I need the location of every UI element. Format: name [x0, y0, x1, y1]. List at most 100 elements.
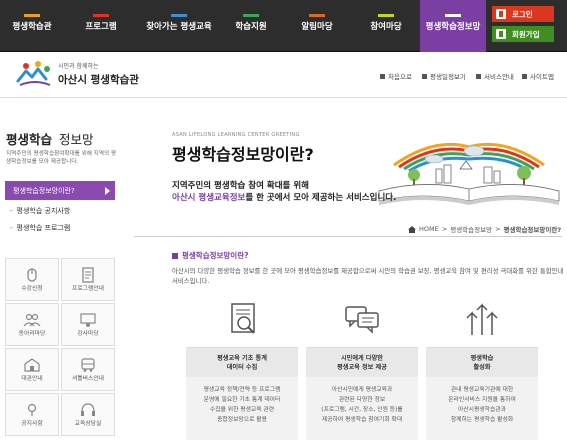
- quick-link-label: 수강신청: [21, 286, 43, 292]
- megaphone-icon: [27, 403, 37, 416]
- bus-icon: [81, 358, 95, 372]
- card-title-line: 활성화: [473, 364, 491, 371]
- sidebar-item-notice[interactable]: - 평생학습 공지사항: [5, 203, 115, 219]
- card-body-line: 온라인서비스 지원을 통하여: [448, 397, 516, 403]
- quick-link-shuttle[interactable]: 셔틀버스안내: [61, 348, 115, 391]
- nav-item-label: 참여마당: [370, 22, 402, 32]
- card-body-line: 관련된 다양한 정보: [338, 397, 386, 403]
- greeting-caption: ASAN LIFELONG LEARNING CENTER GREETING: [172, 132, 300, 138]
- util-link-sitemap[interactable]: 사이트맵: [522, 71, 554, 81]
- sidebar-item-label: 평생학습 프로그램: [16, 224, 71, 232]
- nav-accent-bar: [93, 14, 109, 17]
- nav-accent-bar: [445, 14, 461, 17]
- sidebar-item-program[interactable]: - 평생학습 프로그램: [5, 220, 115, 236]
- card-title-line: 평생학습: [470, 355, 494, 362]
- nav-item-label: 학습지원: [235, 22, 267, 32]
- card-title-line: 데이터 수집: [226, 364, 258, 371]
- document-icon: [82, 267, 94, 283]
- sidebar-item-about[interactable]: 평생학습정보망이란?: [5, 181, 115, 200]
- nav-item-label: 찾아가는 평생교육: [146, 22, 212, 32]
- card-body-line: 수집을 위한 평생교육 관련: [209, 407, 275, 413]
- nav-item-info-network[interactable]: 평생학습정보망: [420, 0, 486, 52]
- headset-icon: [81, 403, 95, 416]
- nav-item-support[interactable]: 학습지원: [220, 0, 282, 52]
- site-logo[interactable]: 시민과 함께하는 아산시 평생학습관: [16, 61, 139, 87]
- join-label: 회원가입: [512, 29, 540, 39]
- join-button[interactable]: 회원가입: [492, 26, 554, 42]
- quick-link-notice[interactable]: 공지사항: [5, 393, 59, 436]
- bullet-dash: -: [10, 207, 13, 215]
- sidebar-title: 평생학습 정보망: [6, 129, 94, 148]
- card-title-line: 평생교육 기초 통계: [217, 355, 267, 362]
- quick-link-instructor[interactable]: 강사마당: [61, 303, 115, 346]
- open-book-illustration: [378, 142, 560, 205]
- lock-icon: [496, 9, 506, 19]
- logo-name: 아산시 평생학습관: [58, 74, 139, 86]
- site-header: 시민과 함께하는 아산시 평생학습관 처음으로 평생일정보기 서비스안내 사이트…: [0, 53, 567, 98]
- card-body-line: 함께하는 평생학습 활성화: [450, 417, 514, 423]
- feature-card-statistics: 평생교육 기초 통계 데이터 수집 평생교육 정책/전략 등 프로그램 운영에 …: [186, 347, 298, 440]
- nav-accent-bar: [171, 14, 187, 17]
- page-title: 평생학습정보망이란?: [172, 145, 314, 164]
- feature-card-information: 시민에게 다양한 평생교육 정보 제공 아산시민에게 평생교육과 관련된 다양한…: [306, 347, 418, 440]
- sitemap-icon: [522, 73, 527, 79]
- section-heading-text: 평생학습정보망이란?: [182, 251, 249, 260]
- card-body: 평생교육 정책/전략 등 프로그램 운영에 필요한 기초 통계 데이터 수집을 …: [186, 385, 298, 425]
- nav-accent-bar: [309, 14, 325, 17]
- quick-link-enroll[interactable]: 수강신청: [5, 258, 59, 301]
- card-body-line: 운영에 필요한 기초 통계 데이터: [203, 397, 281, 403]
- quick-link-label: 대관안내: [21, 376, 43, 382]
- card-title: 평생교육 기초 통계 데이터 수집: [186, 347, 298, 377]
- sidebar-description: 지역주민의 평생학습참여확대를 위해 지역의 평생학습정보를 모아 제공합니다.: [6, 151, 117, 165]
- nav-item-center[interactable]: 평생학습관: [0, 0, 64, 52]
- mouse-icon: [27, 268, 37, 282]
- breadcrumb-section[interactable]: 평생학습정보망: [450, 224, 492, 234]
- quick-link-counsel[interactable]: 교육상담실: [61, 393, 115, 436]
- card-title: 평생학습 활성화: [426, 347, 538, 377]
- nav-item-label: 평생학습정보망: [425, 22, 481, 32]
- util-label: 사이트맵: [530, 73, 554, 81]
- nav-item-label: 알림마당: [301, 22, 333, 32]
- nav-item-label: 프로그램: [85, 22, 117, 32]
- left-sidebar: 평생학습 정보망 지역주민의 평생학습참여확대를 위해 지역의 평생학습정보를 …: [0, 99, 124, 440]
- quick-link-program-info[interactable]: 프로그램안내: [61, 258, 115, 301]
- home-icon: [380, 73, 385, 79]
- nav-accent-bar: [378, 14, 394, 17]
- nav-item-notice[interactable]: 알림마당: [282, 0, 352, 52]
- card-body: 관내 평생교육기관에 대한 온라인서비스 지원을 통하여 아산시평생학습관과 함…: [426, 385, 538, 425]
- building-icon: [24, 358, 40, 372]
- login-label: 로그인: [512, 9, 533, 19]
- login-button[interactable]: 로그인: [492, 6, 554, 22]
- quick-link-label: 공지사항: [21, 421, 43, 427]
- util-link-home[interactable]: 처음으로: [380, 71, 412, 81]
- nav-accent-bar: [243, 14, 259, 17]
- util-label: 서비스안내: [484, 73, 514, 81]
- nav-item-participate[interactable]: 참여마당: [352, 0, 420, 52]
- util-link-service[interactable]: 서비스안내: [476, 71, 514, 81]
- section-description: 아산시의 다양한 평생학습 정보를 한 곳에 모아 평생학습정보를 제공함으로써…: [172, 267, 564, 285]
- quick-link-label: 프로그램안내: [72, 286, 104, 292]
- quick-link-label: 교육상담실: [74, 421, 102, 427]
- intro-rest: 를 한 곳에서 모아 제공하는 서비스입니다.: [245, 193, 397, 203]
- card-title-line: 평생교육 정보 제공: [337, 364, 387, 371]
- arrows-up-icon: [466, 303, 498, 335]
- card-body-line: 관내 평생교육기관에 대한: [450, 387, 514, 393]
- card-body-line: 아산시평생학습관과: [458, 407, 506, 413]
- quick-link-club[interactable]: 동아리마당: [5, 303, 59, 346]
- breadcrumb-divider: [134, 236, 562, 237]
- card-body-line: 제공하여 평생학습 참여기회 확대: [321, 417, 403, 423]
- nav-item-label: 평생학습관: [12, 22, 52, 32]
- section-bullet-icon: [172, 252, 178, 259]
- nav-item-program[interactable]: 프로그램: [64, 0, 138, 52]
- breadcrumb-separator: >: [441, 225, 448, 233]
- quick-link-rental[interactable]: 대관안내: [5, 348, 59, 391]
- util-link-schedule[interactable]: 평생일정보기: [422, 71, 466, 81]
- nav-item-outreach[interactable]: 찾아가는 평생교육: [138, 0, 220, 52]
- logo-tagline: 시민과 함께하는: [58, 63, 99, 70]
- teacher-icon: [80, 313, 96, 327]
- breadcrumb-separator: >: [495, 225, 501, 233]
- sidebar-title-light: 정보망: [59, 132, 94, 147]
- sidebar-item-label: 평생학습 공지사항: [16, 207, 71, 215]
- breadcrumb-home[interactable]: HOME: [419, 225, 439, 233]
- quick-link-label: 셔틀버스안내: [72, 376, 104, 382]
